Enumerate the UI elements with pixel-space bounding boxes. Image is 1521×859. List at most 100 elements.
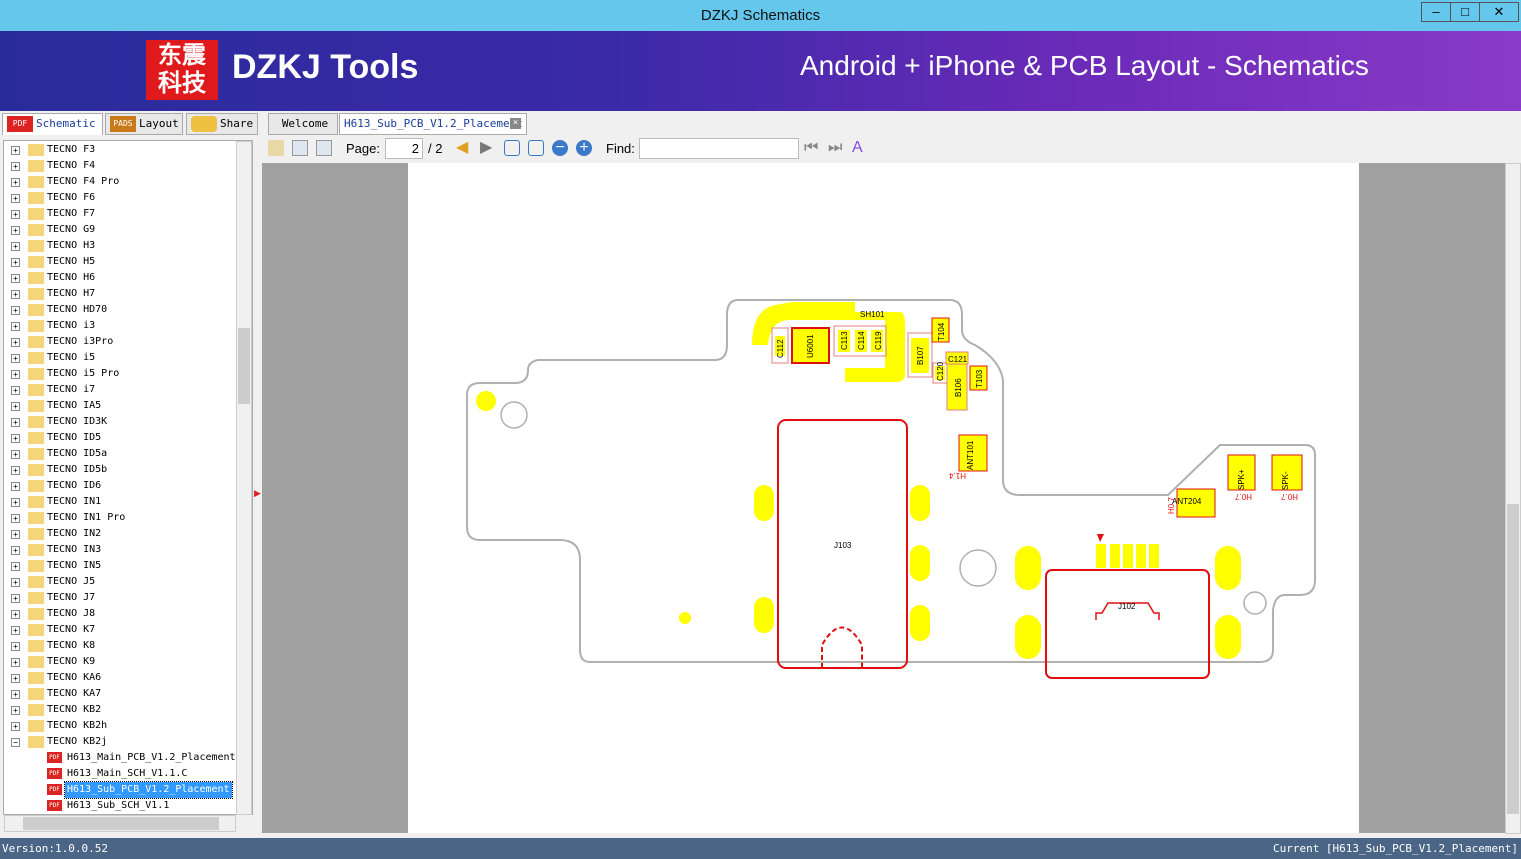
expand-icon[interactable]: + xyxy=(11,418,20,427)
expand-icon[interactable]: + xyxy=(11,258,20,267)
tree-folder-label: TECNO i3Pro xyxy=(47,336,114,347)
find-input[interactable] xyxy=(639,138,799,159)
expand-icon[interactable]: + xyxy=(11,290,20,299)
tree-folder-label: TECNO i5 Pro xyxy=(47,368,120,379)
mounting-hole xyxy=(1243,591,1267,615)
viewer-vertical-scrollbar[interactable] xyxy=(1505,163,1521,834)
version-text: Version:1.0.0.52 xyxy=(2,842,108,855)
pad xyxy=(679,612,691,624)
collapse-panel-icon[interactable]: ▶ xyxy=(254,488,261,499)
tab-share[interactable]: Share xyxy=(186,113,258,135)
expand-icon[interactable]: + xyxy=(11,578,20,587)
expand-icon[interactable]: + xyxy=(11,706,20,715)
expand-icon[interactable]: + xyxy=(11,690,20,699)
expand-icon[interactable]: + xyxy=(11,386,20,395)
scroll-thumb[interactable] xyxy=(238,328,250,404)
folder-icon xyxy=(28,704,44,716)
folder-icon xyxy=(28,432,44,444)
expand-icon[interactable]: + xyxy=(11,338,20,347)
previous-page-icon[interactable]: ◀ xyxy=(456,140,472,156)
find-previous-icon[interactable]: ⏮ xyxy=(804,140,820,156)
close-tab-icon[interactable]: × xyxy=(510,118,521,129)
svg-text:ANT101: ANT101 xyxy=(966,440,975,470)
expand-icon[interactable]: + xyxy=(11,514,20,523)
expand-icon[interactable]: + xyxy=(11,722,20,731)
folder-icon xyxy=(28,480,44,492)
svg-text:B106: B106 xyxy=(954,378,963,397)
highlight-text-icon[interactable]: A xyxy=(852,140,868,156)
svg-text:B107: B107 xyxy=(916,346,925,365)
svg-text:ANT204: ANT204 xyxy=(1172,497,1202,506)
folder-icon xyxy=(28,464,44,476)
maximize-button[interactable]: □ xyxy=(1450,2,1480,22)
expand-icon[interactable]: + xyxy=(11,162,20,171)
expand-icon[interactable]: + xyxy=(11,674,20,683)
expand-icon[interactable]: + xyxy=(11,178,20,187)
tree-folder-label: TECNO K7 xyxy=(47,624,96,635)
page-total: / 2 xyxy=(428,141,443,156)
expand-icon[interactable]: + xyxy=(11,226,20,235)
expand-icon[interactable]: + xyxy=(11,306,20,315)
page-input[interactable]: 2 xyxy=(385,138,423,159)
expand-icon[interactable]: + xyxy=(11,562,20,571)
tab-schematic[interactable]: PDF Schematic xyxy=(2,113,103,135)
collapse-icon[interactable]: − xyxy=(11,738,20,747)
expand-icon[interactable]: + xyxy=(11,402,20,411)
svg-text:H0.7: H0.7 xyxy=(1281,492,1298,501)
tree-folder-label: TECNO J5 xyxy=(47,576,96,587)
expand-icon[interactable]: + xyxy=(11,482,20,491)
expand-icon[interactable]: + xyxy=(11,466,20,475)
expand-icon[interactable]: + xyxy=(11,530,20,539)
fit-width-icon[interactable] xyxy=(504,140,520,156)
tab-document[interactable]: H613_Sub_PCB_V1.2_Placement × xyxy=(339,113,527,135)
pdf-icon: PDF xyxy=(47,752,62,763)
zoom-in-icon[interactable]: + xyxy=(576,140,592,156)
expand-icon[interactable]: + xyxy=(11,354,20,363)
zoom-out-icon[interactable]: − xyxy=(552,140,568,156)
page-prev-icon[interactable] xyxy=(292,140,308,156)
current-document-text: Current [H613_Sub_PCB_V1.2_Placement] xyxy=(1272,842,1518,855)
folder-icon xyxy=(28,304,44,316)
tree-folder-label: TECNO J8 xyxy=(47,608,96,619)
expand-icon[interactable]: + xyxy=(11,642,20,651)
tree-folder-label: TECNO ID3K xyxy=(47,416,108,427)
expand-icon[interactable]: + xyxy=(11,146,20,155)
tree-folder-label: TECNO IN1 Pro xyxy=(47,512,126,523)
expand-icon[interactable]: + xyxy=(11,210,20,219)
expand-icon[interactable]: + xyxy=(11,610,20,619)
folder-icon xyxy=(28,256,44,268)
copy-icon[interactable] xyxy=(268,140,284,156)
expand-icon[interactable]: + xyxy=(11,546,20,555)
next-page-icon[interactable]: ▶ xyxy=(480,140,496,156)
expand-icon[interactable]: + xyxy=(11,370,20,379)
expand-icon[interactable]: + xyxy=(11,274,20,283)
fit-page-icon[interactable] xyxy=(528,140,544,156)
expand-icon[interactable]: + xyxy=(11,498,20,507)
tab-layout[interactable]: PADS Layout xyxy=(105,113,183,135)
expand-icon[interactable]: + xyxy=(11,450,20,459)
close-button[interactable]: ✕ xyxy=(1479,2,1519,22)
expand-icon[interactable]: + xyxy=(11,194,20,203)
find-next-icon[interactable]: ⏭ xyxy=(828,140,844,156)
tree-vertical-scrollbar[interactable] xyxy=(236,141,252,815)
expand-icon[interactable]: + xyxy=(11,626,20,635)
scroll-thumb[interactable] xyxy=(23,817,219,830)
tree-folder-label: TECNO J7 xyxy=(47,592,96,603)
expand-icon[interactable]: + xyxy=(11,434,20,443)
svg-text:C112: C112 xyxy=(776,339,785,358)
tab-welcome[interactable]: Welcome xyxy=(268,113,338,135)
tree-folder-label: TECNO ID5 xyxy=(47,432,102,443)
scroll-thumb[interactable] xyxy=(1507,504,1519,814)
folder-icon xyxy=(28,416,44,428)
folder-icon xyxy=(28,288,44,300)
viewer-toolbar: Page: 2 / 2 ◀ ▶ − + Find: ⏮ ⏭ A xyxy=(262,136,1521,162)
folder-icon xyxy=(28,528,44,540)
expand-icon[interactable]: + xyxy=(11,658,20,667)
expand-icon[interactable]: + xyxy=(11,242,20,251)
svg-text:C120: C120 xyxy=(936,361,945,381)
page-next-icon[interactable] xyxy=(316,140,332,156)
tree-horizontal-scrollbar[interactable] xyxy=(4,815,236,832)
minimize-button[interactable]: – xyxy=(1421,2,1451,22)
expand-icon[interactable]: + xyxy=(11,322,20,331)
expand-icon[interactable]: + xyxy=(11,594,20,603)
